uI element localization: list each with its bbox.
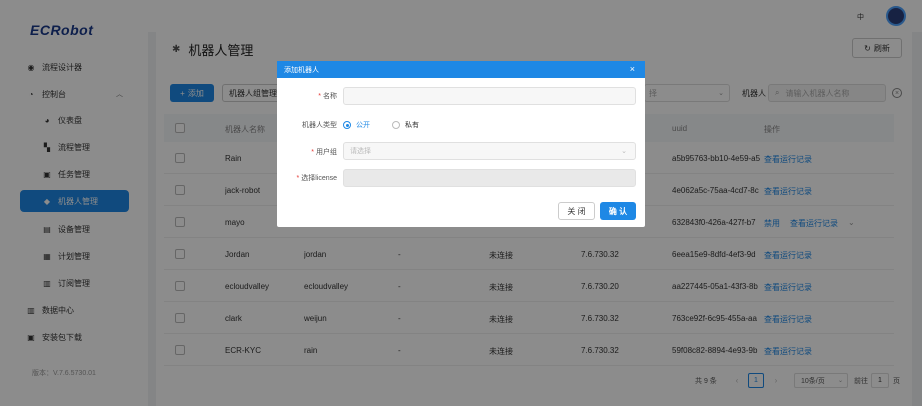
radio-private[interactable]: 私有 xyxy=(392,120,419,130)
radio-checked-icon xyxy=(343,121,351,129)
dialog-title: 添加机器人 xyxy=(284,66,319,74)
license-label: * 选择license xyxy=(296,175,337,182)
radio-public-label: 公开 xyxy=(356,122,370,129)
robot-type-radio-group: 公开 私有 xyxy=(343,120,441,130)
dialog-header: 添加机器人 × xyxy=(277,61,645,78)
radio-public[interactable]: 公开 xyxy=(343,120,370,130)
chevron-down-icon: ⌄ xyxy=(621,148,627,155)
radio-unchecked-icon xyxy=(392,121,400,129)
confirm-button[interactable]: 确 认 xyxy=(600,202,636,220)
name-label: * 名称 xyxy=(318,93,337,100)
name-field[interactable] xyxy=(343,87,636,105)
radio-private-label: 私有 xyxy=(405,122,419,129)
license-select[interactable] xyxy=(343,169,636,187)
close-button[interactable]: 关 闭 xyxy=(558,202,595,220)
type-label: 机器人类型 xyxy=(302,122,337,129)
user-group-select[interactable]: 请选择 ⌄ xyxy=(343,142,636,160)
add-robot-dialog: 添加机器人 × * 名称 机器人类型 公开 私有 * 用户组 请选择 ⌄ * 选择li… xyxy=(277,61,645,227)
close-icon[interactable]: × xyxy=(630,64,635,74)
user-group-placeholder: 请选择 xyxy=(350,148,371,155)
group-label: * 用户组 xyxy=(311,149,337,156)
